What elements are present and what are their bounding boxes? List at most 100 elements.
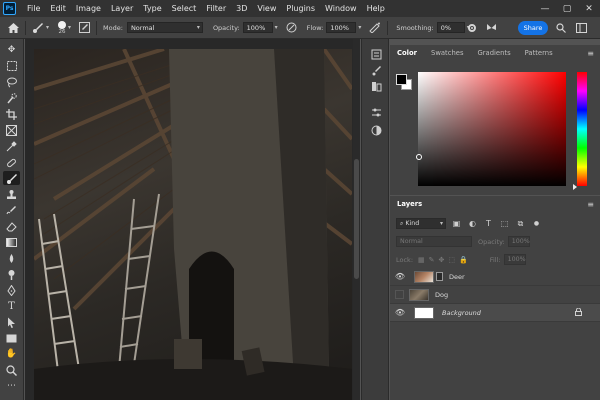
menu-filter[interactable]: Filter bbox=[201, 0, 231, 17]
flow-input[interactable]: 100% bbox=[326, 22, 357, 33]
menu-layer[interactable]: Layer bbox=[106, 0, 138, 17]
lock-artboard-icon[interactable]: ⬚ bbox=[448, 256, 455, 264]
vertical-scrollbar[interactable] bbox=[353, 39, 360, 400]
filter-smartobject-icon[interactable]: ⧉ bbox=[515, 218, 526, 229]
tab-patterns[interactable]: Patterns bbox=[518, 45, 560, 62]
color-picker-handle[interactable] bbox=[416, 154, 422, 160]
brush-settings-button[interactable] bbox=[79, 17, 91, 39]
blur-tool[interactable] bbox=[3, 251, 20, 265]
chevron-down-icon[interactable]: ▾ bbox=[68, 24, 71, 31]
lock-all-icon[interactable]: 🔒 bbox=[459, 256, 468, 264]
airbrush-button[interactable] bbox=[369, 17, 381, 39]
mode-select[interactable]: Normal ▾ bbox=[126, 22, 203, 33]
lock-transparent-icon[interactable]: ▦ bbox=[418, 256, 425, 264]
hand-tool[interactable]: ✋ bbox=[3, 347, 20, 361]
color-picker-field[interactable] bbox=[416, 72, 566, 186]
eye-icon[interactable]: 👁 bbox=[390, 272, 410, 281]
healing-brush-tool[interactable] bbox=[3, 155, 20, 169]
eraser-tool[interactable] bbox=[3, 219, 20, 233]
rectangle-tool[interactable] bbox=[3, 331, 20, 345]
tool-preset-picker[interactable]: ▾ bbox=[32, 17, 49, 39]
blend-mode-select[interactable]: Normal bbox=[396, 236, 472, 247]
dodge-tool[interactable] bbox=[3, 267, 20, 281]
clone-stamp-tool[interactable] bbox=[3, 187, 20, 201]
move-tool[interactable]: ✥ bbox=[3, 43, 20, 57]
lock-row: Lock: ▦ ✎ ✥ ⬚ 🔒 Fill: 100% bbox=[390, 254, 600, 265]
panel-menu-icon[interactable]: ≡ bbox=[587, 196, 594, 213]
adjustments-panel-button[interactable] bbox=[368, 123, 384, 137]
menu-select[interactable]: Select bbox=[167, 0, 202, 17]
eyedropper-tool[interactable] bbox=[3, 139, 20, 153]
brush-preset-picker[interactable]: 26 bbox=[58, 17, 67, 39]
gradient-icon bbox=[6, 237, 17, 247]
smoothing-options-button[interactable] bbox=[466, 22, 478, 34]
workspace-button[interactable] bbox=[575, 22, 587, 34]
menu-view[interactable]: View bbox=[252, 0, 281, 17]
filter-toggle-icon[interactable]: ● bbox=[531, 218, 542, 229]
menu-edit[interactable]: Edit bbox=[45, 0, 71, 17]
smoothing-input[interactable]: 0% bbox=[436, 22, 465, 33]
visibility-toggle-off[interactable] bbox=[395, 290, 404, 299]
brush-settings-panel-button[interactable] bbox=[368, 63, 384, 77]
menu-window[interactable]: Window bbox=[320, 0, 362, 17]
menu-image[interactable]: Image bbox=[71, 0, 106, 17]
crop-tool[interactable] bbox=[3, 107, 20, 121]
layer-opacity-input[interactable]: 100% bbox=[507, 236, 530, 247]
menu-type[interactable]: Type bbox=[138, 0, 166, 17]
path-selection-tool[interactable] bbox=[3, 315, 20, 329]
lasso-tool[interactable] bbox=[3, 75, 20, 89]
tab-gradients[interactable]: Gradients bbox=[471, 45, 518, 62]
menu-3d[interactable]: 3D bbox=[231, 0, 252, 17]
eye-icon[interactable]: 👁 bbox=[390, 308, 410, 317]
hue-slider-handle[interactable] bbox=[573, 184, 577, 190]
zoom-icon bbox=[6, 364, 17, 376]
filter-type-icon[interactable]: T bbox=[483, 218, 494, 229]
scrollbar-thumb[interactable] bbox=[354, 159, 359, 279]
tab-color[interactable]: Color bbox=[390, 45, 424, 62]
libraries-panel-button[interactable] bbox=[368, 79, 384, 93]
fill-input[interactable]: 100% bbox=[503, 254, 526, 265]
minimize-button[interactable]: — bbox=[534, 0, 556, 17]
filter-kind-select[interactable]: ⌕ Kind ▾ bbox=[396, 218, 446, 229]
layer-row-dog[interactable]: Dog bbox=[390, 286, 600, 304]
canvas[interactable] bbox=[34, 49, 352, 400]
frame-tool[interactable] bbox=[3, 123, 20, 137]
foreground-color-swatch[interactable] bbox=[396, 74, 407, 85]
tab-layers[interactable]: Layers bbox=[390, 196, 429, 213]
share-button[interactable]: Share bbox=[518, 21, 548, 35]
menu-help[interactable]: Help bbox=[362, 0, 390, 17]
pressure-opacity-button[interactable] bbox=[286, 17, 297, 39]
zoom-tool[interactable] bbox=[3, 363, 20, 377]
search-button[interactable] bbox=[555, 22, 567, 34]
pressure-opacity-icon bbox=[286, 22, 297, 33]
quick-selection-tool[interactable] bbox=[3, 91, 20, 105]
history-brush-tool[interactable] bbox=[3, 203, 20, 217]
marquee-tool[interactable] bbox=[3, 59, 20, 73]
chevron-down-icon[interactable]: ▾ bbox=[275, 24, 278, 31]
lock-position-icon[interactable]: ✥ bbox=[439, 256, 445, 264]
brush-tool[interactable] bbox=[3, 171, 20, 185]
properties-panel-button[interactable] bbox=[368, 105, 384, 119]
type-tool[interactable]: T bbox=[3, 299, 20, 313]
filter-pixel-icon[interactable]: ▣ bbox=[451, 218, 462, 229]
menu-plugins[interactable]: Plugins bbox=[281, 0, 320, 17]
lock-image-icon[interactable]: ✎ bbox=[429, 256, 435, 264]
home-button[interactable] bbox=[8, 17, 19, 39]
symmetry-button[interactable] bbox=[485, 22, 497, 34]
filter-shape-icon[interactable]: ⬚ bbox=[499, 218, 510, 229]
tab-swatches[interactable]: Swatches bbox=[424, 45, 470, 62]
menu-file[interactable]: File bbox=[22, 0, 45, 17]
gradient-tool[interactable] bbox=[3, 235, 20, 249]
layer-row-deer[interactable]: 👁 Deer bbox=[390, 268, 600, 286]
restore-button[interactable]: ▢ bbox=[556, 0, 578, 17]
panel-menu-icon[interactable]: ≡ bbox=[587, 45, 594, 62]
pen-tool[interactable] bbox=[3, 283, 20, 297]
close-button[interactable]: ✕ bbox=[578, 0, 600, 17]
filter-adjustment-icon[interactable]: ◐ bbox=[467, 218, 478, 229]
chevron-down-icon[interactable]: ▾ bbox=[358, 24, 361, 31]
layer-row-background[interactable]: 👁 Background bbox=[390, 304, 600, 322]
history-panel-button[interactable] bbox=[368, 47, 384, 61]
hue-slider[interactable] bbox=[577, 72, 587, 186]
more-tools[interactable]: ⋯ bbox=[3, 379, 20, 393]
opacity-input[interactable]: 100% bbox=[242, 22, 273, 33]
